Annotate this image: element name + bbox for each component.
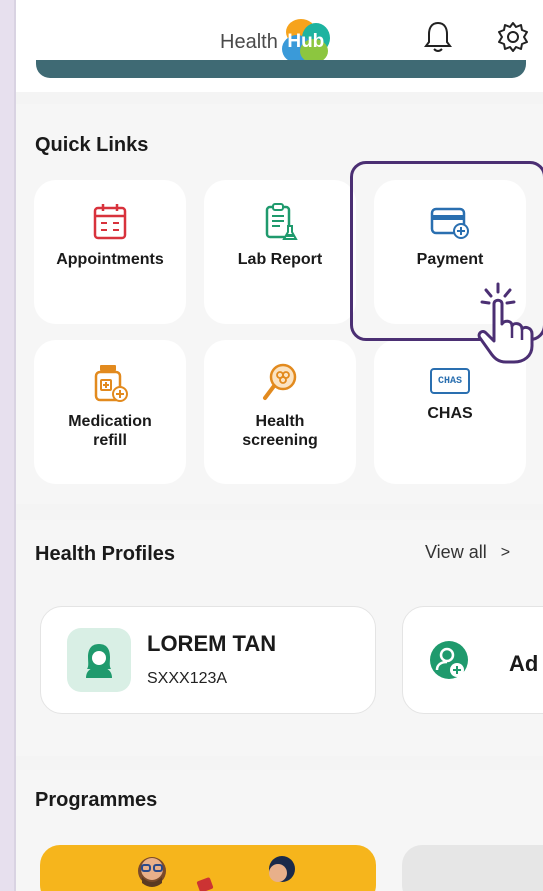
chas-badge-text: CHAS (437, 375, 462, 387)
logo-badge-text: Hub (287, 31, 325, 52)
quick-link-label: Health screening (242, 413, 318, 449)
quick-link-lab-report[interactable]: Lab Report (204, 180, 356, 324)
programme-card[interactable] (40, 845, 376, 891)
add-profile-card[interactable]: Ad (402, 606, 543, 714)
programmes-title: Programmes (35, 789, 158, 811)
chas-card-icon: CHAS (430, 368, 470, 394)
add-avatar (429, 628, 469, 692)
quick-link-label: Appointments (56, 251, 164, 268)
gear-icon[interactable] (496, 20, 530, 54)
quick-link-health-screening[interactable]: Health screening (204, 340, 356, 484)
quick-link-label: CHAS (427, 405, 473, 422)
banner-carousel-edge[interactable] (36, 60, 526, 78)
logo-badge: Hub (280, 19, 332, 65)
screening-icon (263, 363, 297, 400)
quick-link-medication-refill[interactable]: Medication refill (34, 340, 186, 484)
programme-card-next[interactable] (402, 845, 543, 891)
avatar (67, 628, 131, 692)
app-screen: Health Hub Quick Links Appointments Lab … (14, 0, 543, 891)
quick-link-appointments[interactable]: Appointments (34, 180, 186, 324)
quick-link-label: Lab Report (237, 251, 323, 268)
chevron-right-icon: > (500, 543, 511, 561)
add-user-icon (430, 641, 468, 679)
lab-report-icon (265, 203, 298, 240)
calendar-icon (93, 204, 127, 240)
tap-hand-icon (477, 282, 534, 364)
add-profile-label: Ad (509, 651, 539, 676)
profile-name: LOREM TAN (147, 631, 277, 656)
profile-card[interactable]: LOREM TAN SXXX123A (40, 606, 376, 714)
logo-text: Health (220, 30, 278, 53)
profile-id: SXXX123A (147, 670, 228, 687)
view-all-label: View all (425, 542, 487, 562)
health-profiles-title: Health Profiles (35, 543, 176, 565)
female-avatar-icon (86, 644, 112, 678)
programme-illustration (138, 856, 295, 891)
medicine-bottle-icon (94, 365, 128, 402)
view-all-link[interactable]: View all > (425, 542, 510, 563)
bell-icon[interactable] (423, 20, 453, 54)
healthhub-logo[interactable]: Health Hub (220, 19, 332, 65)
app-header: Health Hub (16, 0, 543, 92)
quick-links-title: Quick Links (35, 134, 149, 156)
quick-link-label: Medication refill (68, 413, 152, 449)
